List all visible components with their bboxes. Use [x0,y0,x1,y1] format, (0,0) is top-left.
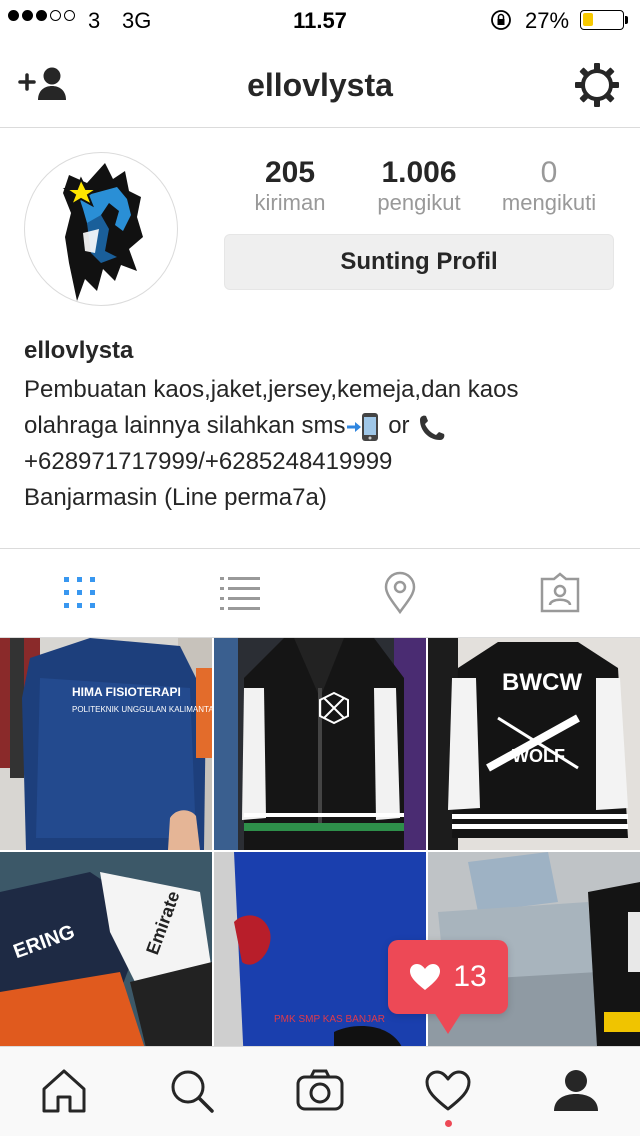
like-count: 13 [453,960,487,993]
posts-label: kiriman [254,190,326,215]
home-icon[interactable] [40,1067,88,1115]
profile-avatar[interactable] [24,152,178,306]
stat-posts[interactable]: 205 kiriman [238,156,342,216]
camera-icon[interactable] [296,1067,344,1115]
edit-profile-button[interactable]: Sunting Profil [224,234,614,290]
heart-icon [410,964,441,990]
post-photo-bwcw-jacket: BWCW WOLF [428,638,640,850]
bottom-tab-bar [0,1046,640,1136]
post-caption-text: HIMA FISIOTERAPI [72,685,181,699]
bio-name: ellovlysta [24,337,134,364]
followers-count: 1.006 [381,156,457,189]
following-label: mengikuti [501,190,597,215]
activity-notification-dot [445,1120,452,1127]
like-popup-pointer [434,1012,462,1034]
profile-bio: ellovlysta Pembuatan kaos,jaket,jersey,k… [24,336,624,516]
posts-count: 205 [264,156,316,189]
settings-gear-icon[interactable] [574,62,620,108]
stat-following[interactable]: 0 mengikuti [490,156,608,216]
mobile-phone-arrow-icon [346,412,378,441]
like-notification-popup[interactable]: 13 [388,940,508,1014]
bio-line-3: +628971717999/+6285248419999 [24,448,393,475]
profile-icon[interactable] [552,1067,600,1115]
svg-text:PMK SMP KAS BANJAR: PMK SMP KAS BANJAR [274,1014,385,1025]
bio-line-2-text: olahraga lainnya silahkan sms [24,412,346,439]
rotation-lock-icon [491,10,511,30]
photo-grid: HIMA FISIOTERAPI POLITEKNIK UNGGULAN KAL… [0,638,640,1064]
bio-line-1: Pembuatan kaos,jaket,jersey,kemeja,dan k… [24,376,519,403]
following-count: 0 [540,156,558,189]
list-icon[interactable] [218,571,262,615]
nav-bar: ellovlysta [0,40,640,128]
profile-view-tabs [0,548,640,638]
avatar-logo-image [62,163,143,301]
post-photo-varsity-jacket [214,638,426,850]
post-caption-text: BWCW [502,669,582,696]
status-bar: 3 3G 11.57 27% [0,0,640,40]
search-icon[interactable] [168,1067,216,1115]
tagged-person-icon[interactable] [538,571,582,615]
profile-username-title: ellovlysta [247,67,393,103]
grid-icon[interactable] [58,571,102,615]
post-sub-text: WOLF [512,746,565,766]
battery-icon [580,10,624,30]
post-thumbnail[interactable]: BWCW WOLF [428,638,640,850]
bio-line-4: Banjarmasin (Line perma7a) [24,484,327,511]
post-photo-jersey-pile: ERING Emirate [0,852,212,1064]
bio-line-2-or: or [388,412,410,439]
location-pin-icon[interactable] [378,571,422,615]
bio-line-2: olahraga lainnya silahkan sms or [24,408,624,444]
heart-outline-icon[interactable] [424,1067,472,1115]
post-thumbnail[interactable]: ERING Emirate [0,852,212,1064]
telephone-icon [420,415,445,440]
stat-followers[interactable]: 1.006 pengikut [364,156,474,216]
followers-label: pengikut [377,190,461,215]
post-photo-blue-jacket: HIMA FISIOTERAPI POLITEKNIK UNGGULAN KAL… [0,638,212,850]
post-thumbnail[interactable] [214,638,426,850]
battery-level-fill [583,13,593,26]
battery-percent: 27% [525,8,570,33]
post-thumbnail[interactable]: HIMA FISIOTERAPI POLITEKNIK UNGGULAN KAL… [0,638,212,850]
post-sub-text: POLITEKNIK UNGGULAN KALIMANTAN [72,705,212,714]
